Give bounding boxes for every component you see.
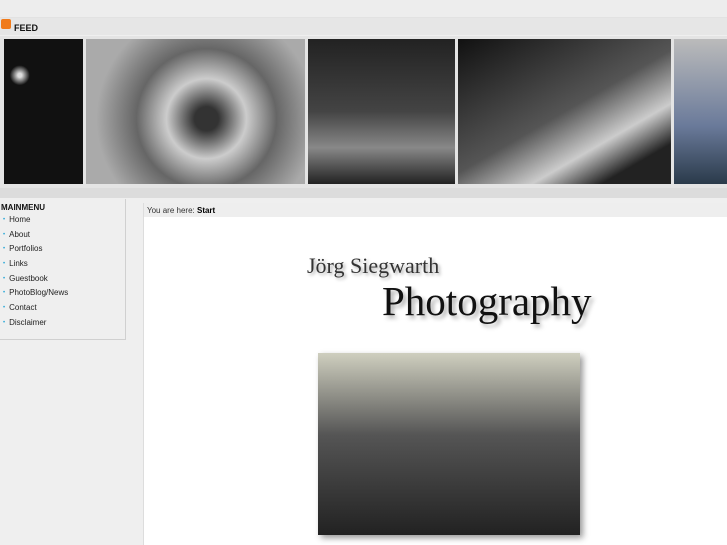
menu-title: MAINMENU [1,203,45,212]
menu-item-portfolios[interactable]: Portfolios [0,244,125,259]
breadcrumb-current: Start [196,206,216,215]
photo-streetlight[interactable] [4,39,83,184]
menu-item-contact[interactable]: Contact [0,303,125,318]
menu-item-about[interactable]: About [0,230,125,245]
photo-strip [0,36,727,188]
content: You are here: Start Jörg Siegwarth Photo… [143,203,727,545]
photo-flower[interactable] [86,39,305,184]
photo-flowers-blue[interactable] [674,39,727,184]
rss-icon[interactable] [1,19,11,29]
menu-item-photoblog[interactable]: PhotoBlog/News [0,288,125,303]
top-bar [0,0,727,18]
logo-name: Jörg Siegwarth [307,253,440,278]
menu-item-guestbook[interactable]: Guestbook [0,274,125,289]
main-menu: MAINMENU Home About Portfolios Links Gue… [0,199,126,340]
menu-item-links[interactable]: Links [0,259,125,274]
feed-bar [0,18,727,35]
menu-item-disclaimer[interactable]: Disclaimer [0,318,125,333]
breadcrumb-prefix: You are here: [147,206,195,215]
menu-item-home[interactable]: Home [0,215,125,230]
feed-link[interactable]: FEED [14,23,38,33]
photo-landscape[interactable] [458,39,671,184]
breadcrumb: You are here: Start [144,203,727,217]
divider [0,188,727,198]
logo-photography: Photography [382,278,592,324]
photo-guitar[interactable] [308,39,455,184]
bridge-photo [318,353,580,535]
